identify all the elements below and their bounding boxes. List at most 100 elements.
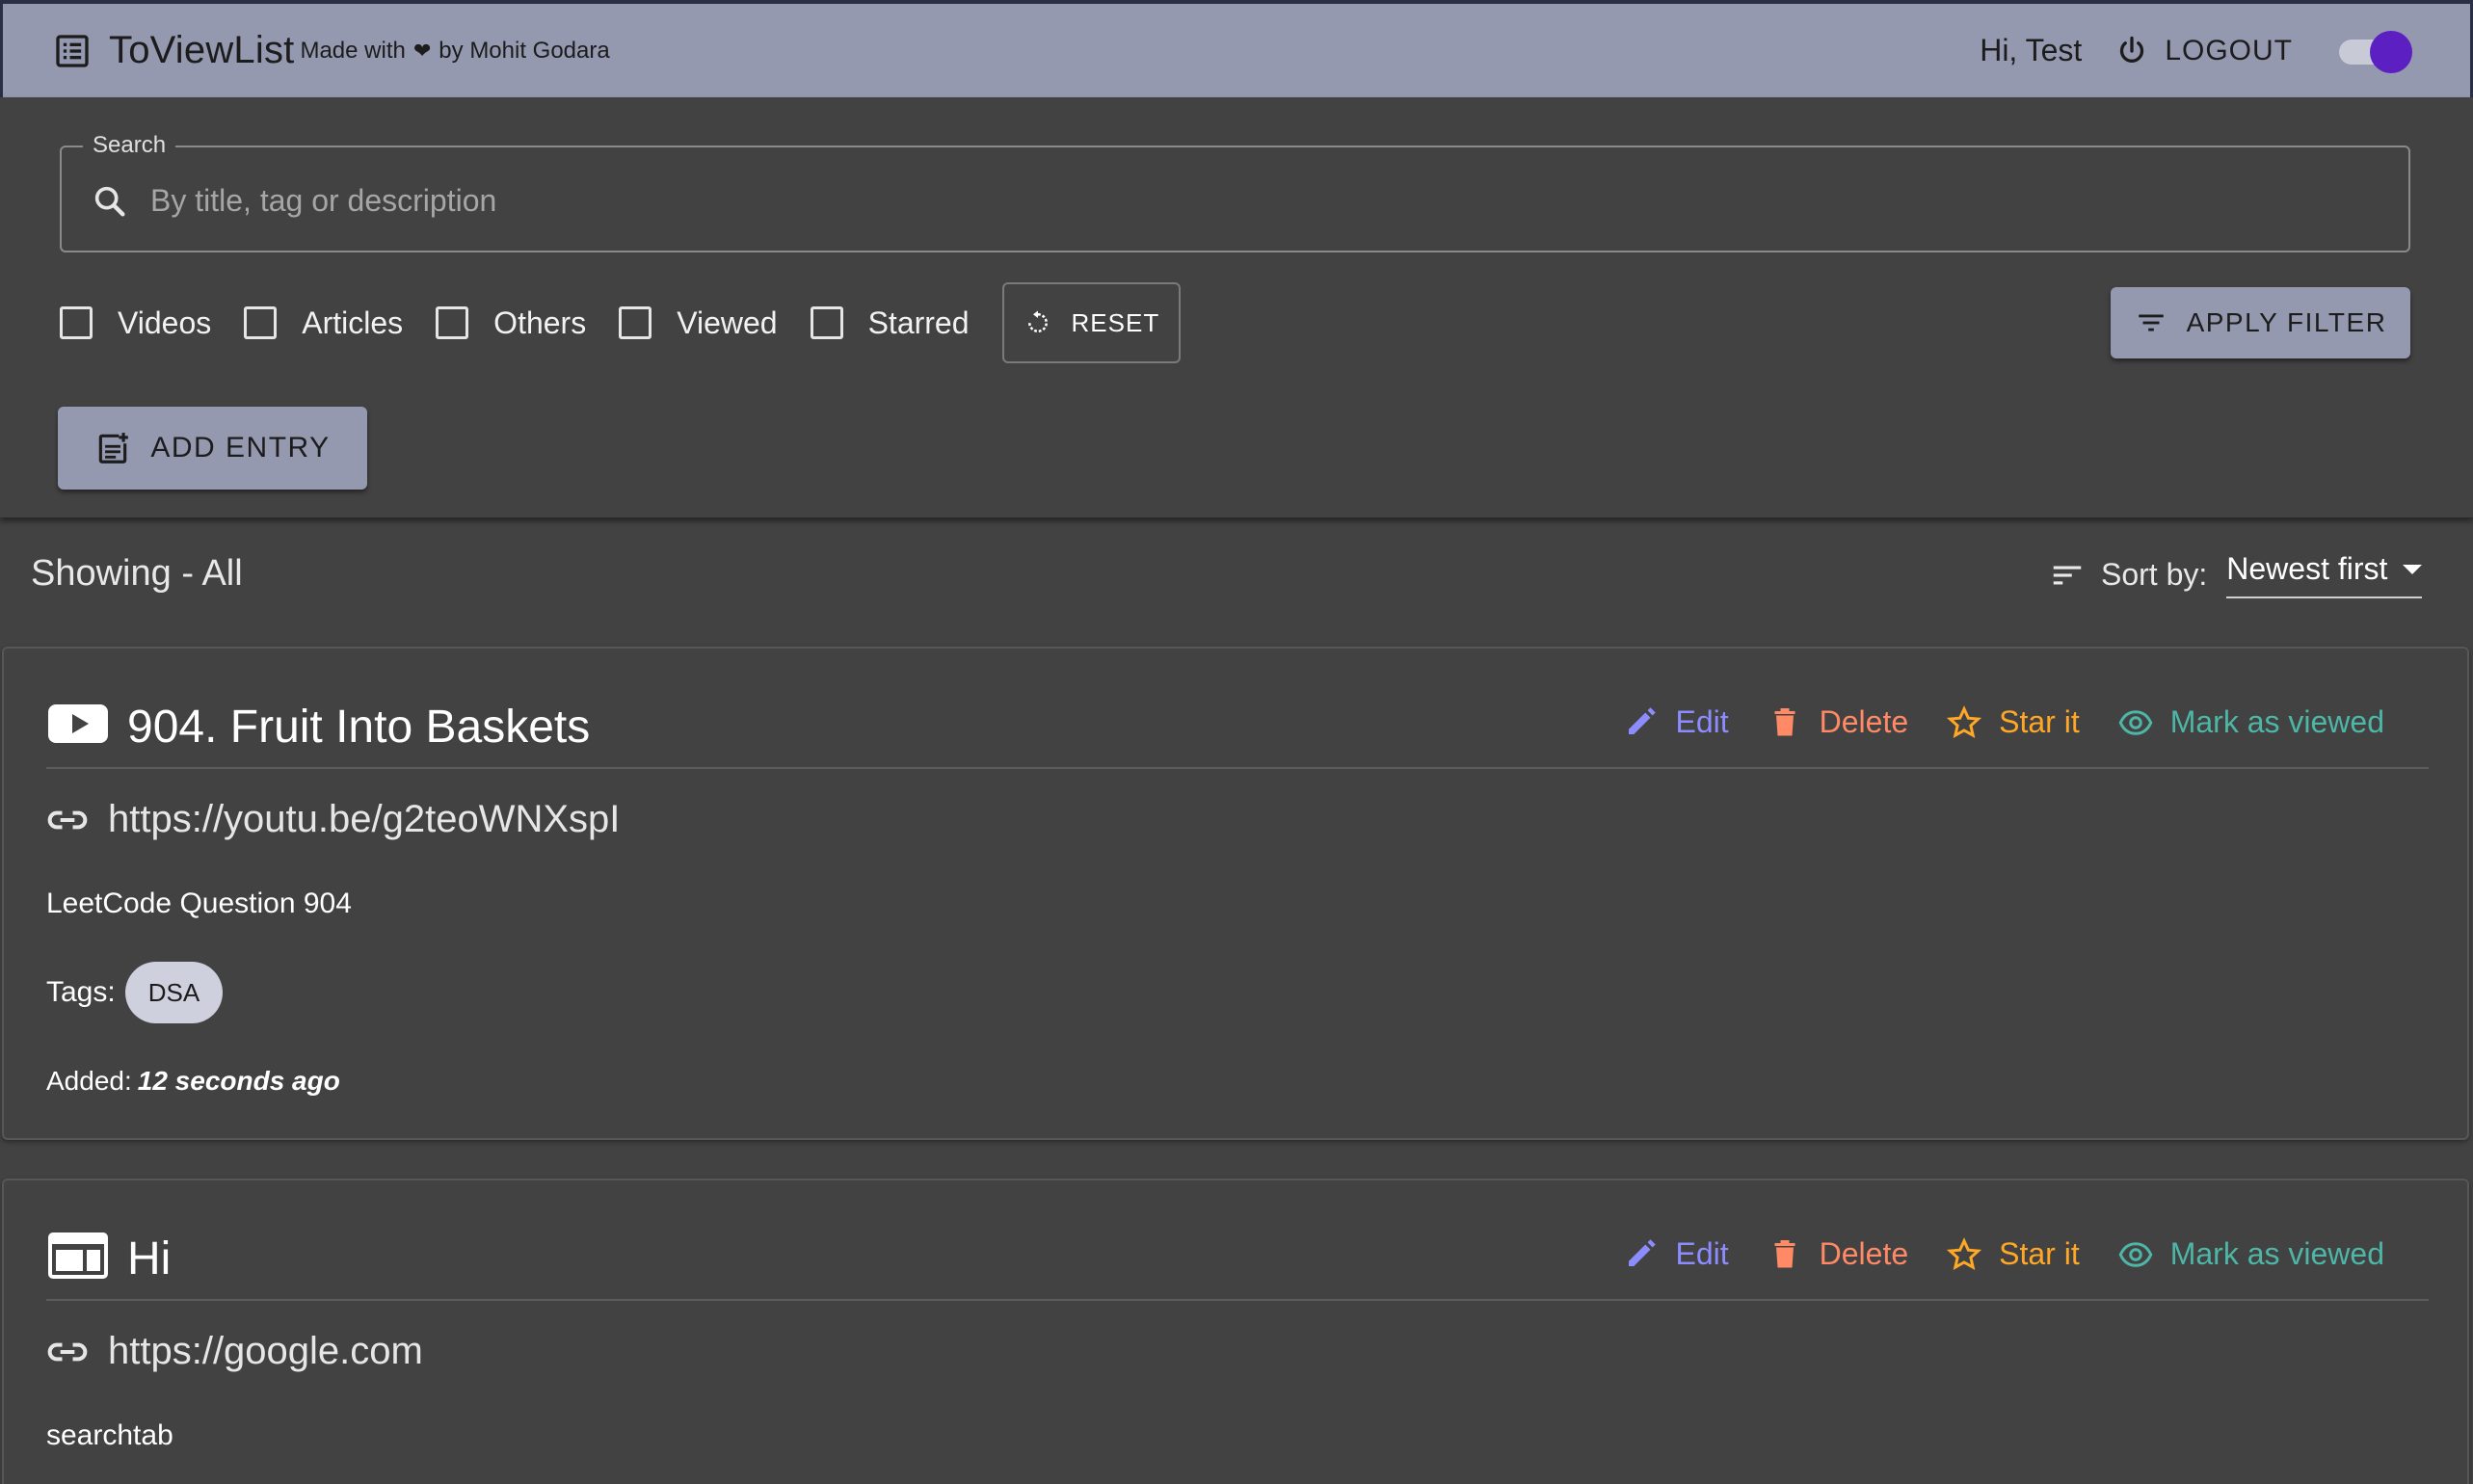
trash-icon	[1774, 1239, 1795, 1267]
search-field[interactable]: Search	[60, 132, 2410, 252]
made-with-prefix: Made with	[300, 37, 406, 64]
entry-tags: Tags: DSA	[46, 962, 224, 1023]
entry-title: Hi	[127, 1233, 172, 1285]
eye-icon	[2118, 1241, 2153, 1267]
filter-viewed[interactable]: Viewed	[619, 305, 778, 341]
star-button[interactable]: Star it	[1947, 1236, 2080, 1272]
tags-label: Tags:	[46, 976, 116, 1008]
entry-link[interactable]: https://youtu.be/g2teoWNXspI	[108, 798, 620, 841]
user-area: Hi, Test LOGOUT	[1980, 27, 2412, 75]
brand[interactable]: ToViewList Made with ❤ by Mohit Godara	[53, 29, 610, 72]
app-root: ToViewList Made with ❤ by Mohit Godara H…	[0, 0, 2473, 1484]
add-entry-button[interactable]: ADD ENTRY	[58, 407, 367, 490]
checkbox-videos[interactable]	[60, 306, 93, 339]
edit-button[interactable]: Edit	[1623, 1236, 1729, 1272]
filter-icon	[2138, 314, 2164, 331]
filter-others[interactable]: Others	[436, 305, 586, 341]
eye-icon	[2118, 709, 2153, 735]
trash-icon	[1774, 707, 1795, 735]
sort-value: Newest first	[2226, 551, 2388, 586]
dropdown-arrow-icon	[2403, 564, 2423, 574]
filter-videos[interactable]: Videos	[60, 305, 211, 341]
reset-label: RESET	[1071, 307, 1160, 337]
made-with-credit: Made with ❤ by Mohit Godara	[300, 38, 609, 65]
checkbox-viewed[interactable]	[619, 306, 652, 339]
sort-icon	[2053, 566, 2082, 584]
filter-starred[interactable]: Starred	[810, 305, 970, 341]
checkbox-articles[interactable]	[244, 306, 278, 339]
filter-articles[interactable]: Articles	[244, 305, 403, 341]
apply-filter-label: APPLY FILTER	[2186, 307, 2387, 337]
link-icon	[47, 1342, 88, 1361]
edit-button[interactable]: Edit	[1623, 704, 1729, 740]
entry-description: searchtab	[46, 1419, 173, 1451]
entry-card-header: Hi Edit Delete Star it Mark as viewed	[46, 1180, 2429, 1301]
post-add-icon	[99, 433, 129, 464]
showing-label: Showing - All	[31, 553, 243, 594]
reset-button[interactable]: RESET	[1001, 282, 1182, 363]
entry-title: 904. Fruit Into Baskets	[127, 702, 591, 753]
delete-label: Delete	[1819, 1236, 1909, 1271]
link-icon	[47, 810, 88, 829]
edit-label: Edit	[1675, 704, 1729, 739]
delete-label: Delete	[1819, 704, 1909, 739]
top-bar: ToViewList Made with ❤ by Mohit Godara H…	[0, 0, 2473, 97]
logout-label: LOGOUT	[2165, 34, 2293, 66]
tag-chip[interactable]: DSA	[124, 962, 224, 1023]
filter-articles-label: Articles	[302, 305, 404, 340]
mark-viewed-button[interactable]: Mark as viewed	[2118, 704, 2384, 740]
filter-starred-label: Starred	[867, 305, 970, 340]
app-title: ToViewList	[109, 29, 295, 71]
filter-videos-label: Videos	[118, 305, 212, 340]
heart-icon: ❤	[412, 38, 432, 63]
checkbox-others[interactable]	[436, 306, 469, 339]
added-time: 12 seconds ago	[137, 1066, 340, 1096]
entry-actions: Edit Delete Star it Mark as viewed	[1584, 704, 2384, 740]
mark-viewed-button[interactable]: Mark as viewed	[2118, 1236, 2384, 1272]
logout-button[interactable]: LOGOUT	[2114, 34, 2293, 68]
entry-card: Hi Edit Delete Star it Mark as viewed ht…	[2, 1179, 2469, 1484]
edit-label: Edit	[1675, 1236, 1729, 1271]
entry-link[interactable]: https://google.com	[108, 1330, 423, 1373]
made-with-author: by Mohit Godara	[439, 37, 610, 64]
edit-icon	[1629, 706, 1657, 734]
star-label: Star it	[1999, 704, 2080, 739]
web-page-icon	[48, 1232, 108, 1279]
search-input[interactable]	[150, 172, 2367, 228]
checkbox-starred[interactable]	[810, 306, 843, 339]
sort-control: Sort by: Newest first	[2049, 551, 2423, 598]
entry-actions: Edit Delete Star it Mark as viewed	[1584, 1236, 2384, 1272]
entry-description: LeetCode Question 904	[46, 888, 352, 919]
filter-others-label: Others	[493, 305, 587, 340]
entry-link-row[interactable]: https://youtu.be/g2teoWNXspI	[46, 798, 620, 841]
entry-added: Added: 12 seconds ago	[46, 1066, 340, 1097]
search-icon	[94, 186, 125, 217]
sort-label: Sort by:	[2101, 557, 2208, 592]
edit-icon	[1629, 1238, 1657, 1266]
power-icon	[2120, 36, 2144, 63]
apply-filter-button[interactable]: APPLY FILTER	[2111, 287, 2410, 358]
delete-button[interactable]: Delete	[1768, 704, 1909, 740]
add-entry-label: ADD ENTRY	[150, 432, 331, 464]
user-greeting: Hi, Test	[1980, 33, 2083, 67]
youtube-icon	[48, 704, 108, 743]
star-outline-icon	[1947, 1236, 1982, 1270]
search-label: Search	[83, 132, 176, 159]
theme-toggle[interactable]	[2335, 27, 2412, 75]
reset-icon	[1027, 310, 1048, 332]
added-label: Added:	[46, 1066, 132, 1096]
dark-mode-icon	[2370, 30, 2412, 73]
star-button[interactable]: Star it	[1947, 704, 2080, 740]
entry-card-header: 904. Fruit Into Baskets Edit Delete Star…	[46, 649, 2429, 769]
entry-link-row[interactable]: https://google.com	[46, 1330, 423, 1373]
entry-card: 904. Fruit Into Baskets Edit Delete Star…	[2, 647, 2469, 1140]
star-outline-icon	[1947, 704, 1982, 738]
delete-button[interactable]: Delete	[1768, 1236, 1909, 1272]
star-label: Star it	[1999, 1236, 2080, 1271]
mark-viewed-label: Mark as viewed	[2169, 1236, 2384, 1271]
filter-checkboxes: Videos Articles Others Viewed Starred RE…	[60, 282, 1182, 363]
mark-viewed-label: Mark as viewed	[2169, 704, 2384, 739]
sort-select[interactable]: Newest first	[2226, 551, 2423, 598]
filter-panel: Search Videos Articles Others Vie	[0, 97, 2473, 517]
list-icon	[56, 34, 89, 67]
